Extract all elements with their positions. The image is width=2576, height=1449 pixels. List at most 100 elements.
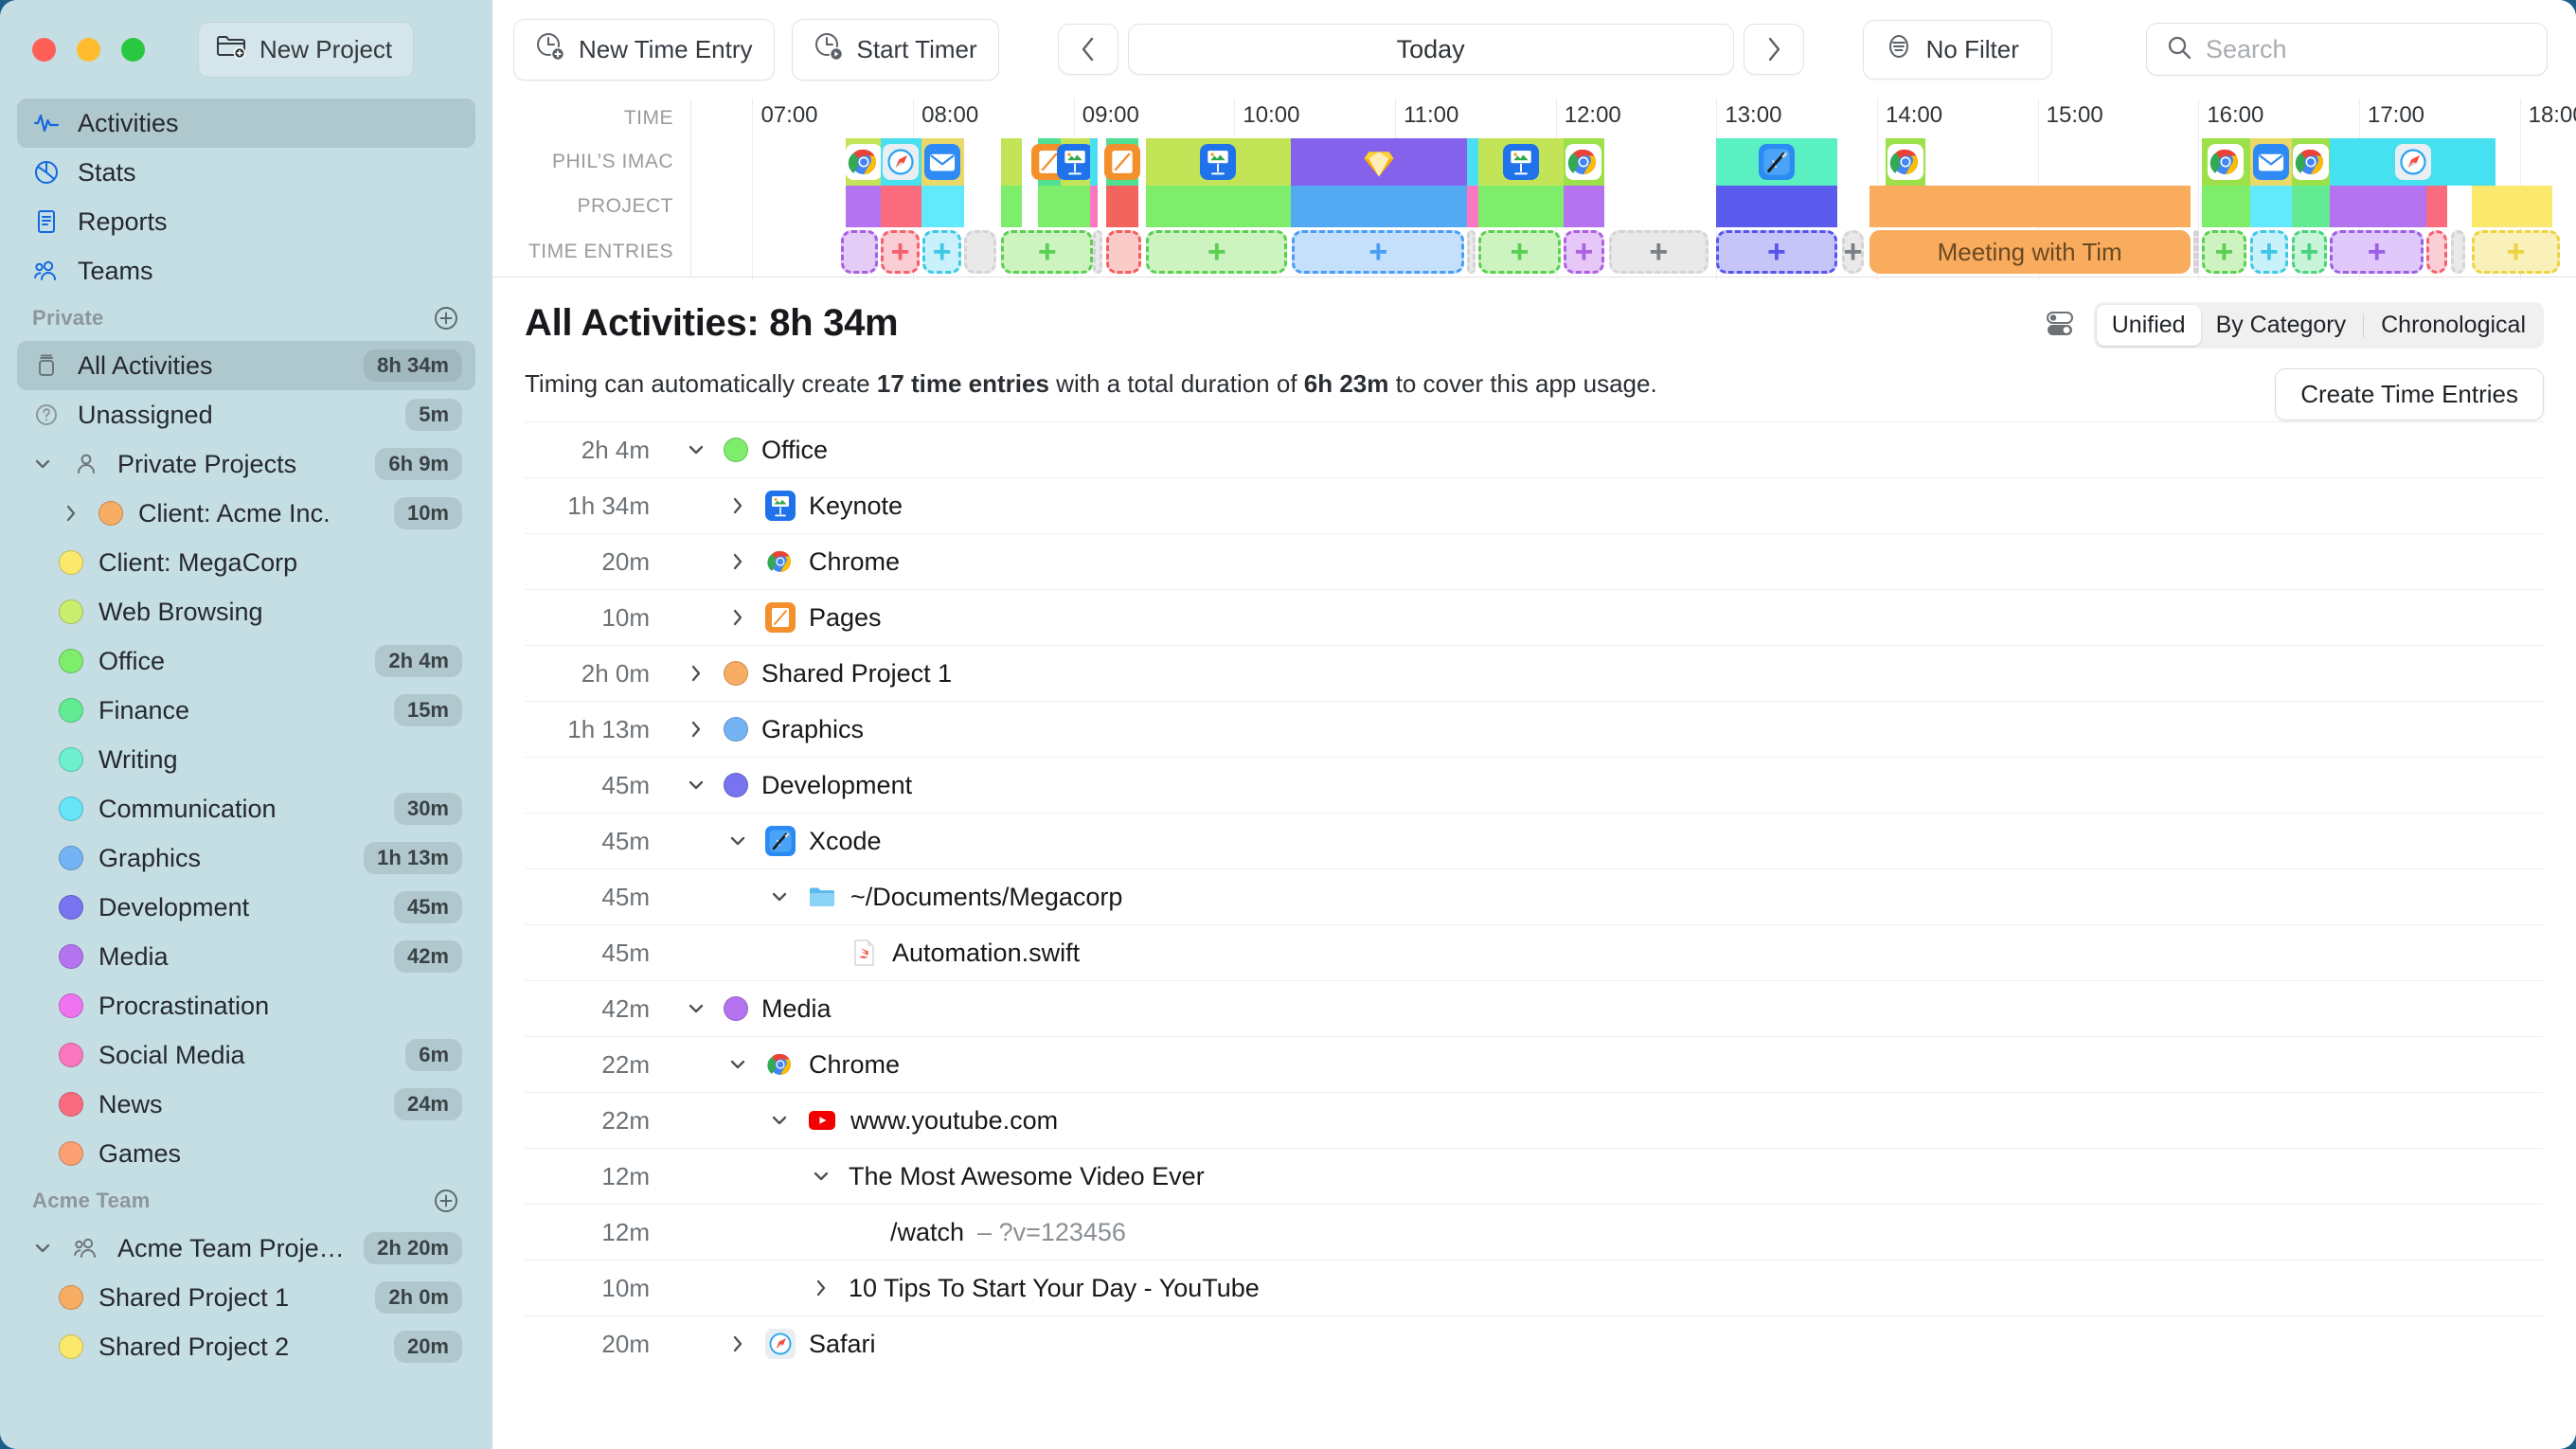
add-entry-icon[interactable]: + xyxy=(1767,236,1786,268)
search-input[interactable]: Search xyxy=(2146,23,2548,76)
chevron-down-icon[interactable] xyxy=(682,439,710,460)
timeline-suggested-entry[interactable]: + xyxy=(1564,230,1604,274)
activity-row[interactable]: 22m Chrome xyxy=(525,1036,2544,1092)
timeline-project-block[interactable] xyxy=(1105,186,1138,227)
activity-row[interactable]: 20m Chrome xyxy=(525,533,2544,589)
timeline-suggested-entry[interactable]: + xyxy=(2249,230,2289,274)
activity-row[interactable]: 45m Automation.swift xyxy=(525,924,2544,980)
chevron-right-icon[interactable] xyxy=(807,1278,835,1298)
start-timer-button[interactable]: Start Timer xyxy=(791,18,999,80)
timeline-project-block[interactable] xyxy=(2201,186,2250,227)
timeline-suggested-entry[interactable]: + xyxy=(1478,230,1561,274)
timeline-app-block[interactable] xyxy=(1103,138,1140,186)
timeline-suggested-entry[interactable] xyxy=(964,230,997,274)
timeline-app-block[interactable] xyxy=(921,138,965,186)
timeline-suggested-entry[interactable]: + xyxy=(1841,230,1865,274)
create-time-entries-button[interactable]: Create Time Entries xyxy=(2275,368,2544,420)
timeline-project-block[interactable] xyxy=(1869,186,2191,227)
close-button[interactable] xyxy=(32,37,56,62)
sidebar-item-development[interactable]: Development 45m xyxy=(17,883,475,932)
activity-row[interactable]: 10m 10 Tips To Start Your Day - YouTube xyxy=(525,1260,2544,1315)
activity-row[interactable]: 42m Media xyxy=(525,980,2544,1036)
add-entry-icon[interactable]: + xyxy=(2368,236,2387,268)
activity-row[interactable]: 12m /watch – ?v=123456 xyxy=(525,1204,2544,1260)
chevron-right-icon[interactable] xyxy=(724,1333,752,1354)
toggle-switches-icon[interactable] xyxy=(2043,306,2077,345)
timeline-app-block[interactable] xyxy=(1467,138,1479,186)
timeline-suggested-entry[interactable]: + xyxy=(2291,230,2328,274)
add-entry-icon[interactable]: + xyxy=(1574,236,1593,268)
activity-row[interactable]: 45m ~/Documents/Megacorp xyxy=(525,868,2544,924)
add-entry-icon[interactable]: + xyxy=(1208,236,1226,268)
filter-button[interactable]: No Filter xyxy=(1862,19,2052,80)
timeline-project-block[interactable] xyxy=(1478,186,1565,227)
sidebar-item-activities[interactable]: Activities xyxy=(17,98,475,148)
chevron-right-icon[interactable] xyxy=(724,495,752,516)
next-day-button[interactable] xyxy=(1743,24,1804,75)
minimize-button[interactable] xyxy=(77,37,100,62)
sidebar-item-private-projects[interactable]: Private Projects 6h 9m xyxy=(17,439,475,489)
sidebar-item-graphics[interactable]: Graphics 1h 13m xyxy=(17,833,475,883)
sidebar-item-office[interactable]: Office 2h 4m xyxy=(17,636,475,686)
timeline-suggested-entry[interactable] xyxy=(2426,230,2448,274)
chevron-right-icon[interactable] xyxy=(682,719,710,740)
chevron-right-icon[interactable] xyxy=(59,503,83,524)
chevron-down-icon[interactable] xyxy=(807,1166,835,1187)
sidebar-item-all-activities[interactable]: All Activities 8h 34m xyxy=(17,341,475,390)
timeline-app-block[interactable] xyxy=(2291,138,2331,186)
timeline-project-track[interactable] xyxy=(691,186,2576,227)
timeline-project-block[interactable] xyxy=(881,186,921,227)
timeline-project-block[interactable] xyxy=(1290,186,1468,227)
view-mode-unified[interactable]: Unified xyxy=(2096,305,2201,346)
timeline-project-block[interactable] xyxy=(1564,186,1604,227)
activity-row[interactable]: 2h 4m Office xyxy=(525,421,2544,477)
view-mode-by-category[interactable]: By Category xyxy=(2201,305,2362,346)
sidebar-item-games[interactable]: Games xyxy=(17,1129,475,1178)
timeline-project-block[interactable] xyxy=(1089,186,1099,227)
sidebar-item-stats[interactable]: Stats xyxy=(17,148,475,197)
chevron-down-icon[interactable] xyxy=(682,775,710,796)
add-entry-icon[interactable]: + xyxy=(2260,236,2279,268)
timeline-project-block[interactable] xyxy=(845,186,882,227)
add-entry-icon[interactable]: + xyxy=(2215,236,2234,268)
chevron-down-icon[interactable] xyxy=(765,886,794,907)
timeline-suggested-entry[interactable]: + xyxy=(1001,230,1094,274)
timeline-project-block[interactable] xyxy=(2330,186,2427,227)
add-entry-icon[interactable]: + xyxy=(1038,236,1057,268)
activity-row[interactable]: 12m The Most Awesome Video Ever xyxy=(525,1148,2544,1204)
sidebar-item-shared-project-2[interactable]: Shared Project 2 20m xyxy=(17,1322,475,1371)
timeline-entries-track[interactable]: + + + + + + + + + + Meeting with Tim + + + + + xyxy=(691,227,2576,277)
timeline-suggested-entry[interactable] xyxy=(1467,230,1476,274)
timeline-suggested-entry[interactable]: + xyxy=(1146,230,1288,274)
activity-row[interactable]: 2h 0m Shared Project 1 xyxy=(525,645,2544,701)
chevron-down-icon[interactable] xyxy=(724,831,752,851)
sidebar-item-web-browsing[interactable]: Web Browsing xyxy=(17,587,475,636)
sidebar-item-social-media[interactable]: Social Media 6m xyxy=(17,1030,475,1080)
chevron-down-icon[interactable] xyxy=(765,1110,794,1131)
chevron-down-icon[interactable] xyxy=(682,998,710,1019)
timeline-app-block[interactable] xyxy=(1478,138,1565,186)
add-private-project-button[interactable] xyxy=(432,304,460,332)
timeline-project-block[interactable] xyxy=(921,186,965,227)
timeline-app-block[interactable] xyxy=(1564,138,1604,186)
timeline-suggested-entry[interactable]: + xyxy=(1608,230,1708,274)
sidebar-item-media[interactable]: Media 42m xyxy=(17,932,475,981)
timeline-suggested-entry[interactable] xyxy=(2450,230,2465,274)
timeline-suggested-entry[interactable]: + xyxy=(922,230,961,274)
add-entry-icon[interactable]: + xyxy=(933,236,952,268)
timeline-app-block[interactable] xyxy=(1146,138,1291,186)
timeline-app-block[interactable] xyxy=(881,138,921,186)
sidebar-item-reports[interactable]: Reports xyxy=(17,197,475,246)
timeline-suggested-entry[interactable]: + xyxy=(2471,230,2561,274)
timeline-app-block[interactable] xyxy=(2201,138,2250,186)
sidebar-item-acme-team-projects[interactable]: Acme Team Projects 2h 20m xyxy=(17,1224,475,1273)
activity-row[interactable]: 22m www.youtube.com xyxy=(525,1092,2544,1148)
timeline-suggested-entry[interactable] xyxy=(1105,230,1141,274)
timeline-project-block[interactable] xyxy=(2426,186,2448,227)
chevron-right-icon[interactable] xyxy=(724,607,752,628)
add-entry-icon[interactable]: + xyxy=(1368,236,1387,268)
timeline-suggested-entry[interactable] xyxy=(840,230,878,274)
sidebar-item-shared-project-1[interactable]: Shared Project 1 2h 0m xyxy=(17,1273,475,1322)
chevron-right-icon[interactable] xyxy=(682,663,710,684)
add-entry-icon[interactable]: + xyxy=(1511,236,1530,268)
